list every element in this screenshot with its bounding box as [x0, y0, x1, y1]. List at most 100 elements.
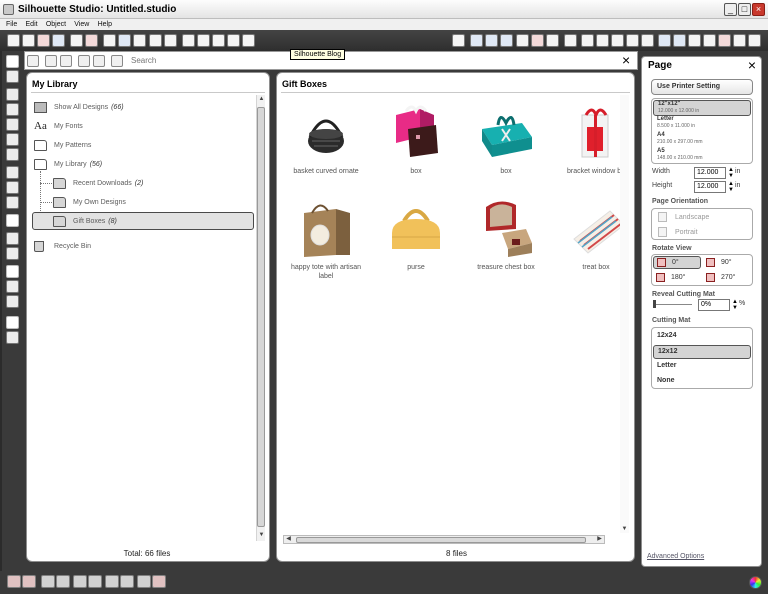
- gallery-scrollbar[interactable]: ▼: [620, 95, 629, 533]
- menu-edit[interactable]: Edit: [26, 19, 38, 30]
- scroll-thumb[interactable]: [257, 107, 265, 527]
- duplicate-icon[interactable]: [73, 575, 87, 588]
- page-size-12x12[interactable]: 12"x12" 12.000 x 12.000 in: [653, 100, 751, 116]
- page-size-a5[interactable]: A5 148.00 x 210.00 mm: [653, 148, 751, 164]
- rotate-90-button[interactable]: 90°: [703, 256, 751, 269]
- gallery-item[interactable]: basket curved ornate: [286, 101, 366, 176]
- menu-file[interactable]: File: [6, 19, 17, 30]
- cut-settings-icon[interactable]: [673, 34, 686, 47]
- color-wheel-icon[interactable]: [749, 576, 762, 589]
- library-item-show-all[interactable]: Show All Designs (66): [34, 98, 124, 116]
- mat-12x12[interactable]: 12x12: [653, 345, 751, 359]
- rotate-icon[interactable]: [596, 34, 609, 47]
- open-file-icon[interactable]: [22, 34, 35, 47]
- paste-icon[interactable]: [133, 34, 146, 47]
- freehand-tool-icon[interactable]: [6, 166, 19, 179]
- store-icon[interactable]: [748, 34, 761, 47]
- mat-letter[interactable]: Letter: [653, 360, 751, 374]
- bring-forward-icon[interactable]: [105, 575, 119, 588]
- scroll-down-icon[interactable]: ▼: [620, 525, 629, 534]
- scroll-up-icon[interactable]: ▲: [257, 95, 266, 104]
- transform-icon[interactable]: [581, 34, 594, 47]
- close-panel-icon[interactable]: ×: [748, 57, 756, 73]
- width-stepper[interactable]: ▲ ▼: [728, 167, 734, 179]
- sketch-icon[interactable]: [718, 34, 731, 47]
- minimize-button[interactable]: _: [724, 3, 737, 16]
- gallery-item[interactable]: purse: [376, 197, 456, 272]
- scroll-down-icon[interactable]: ▼: [257, 531, 266, 540]
- library-view-icon[interactable]: [6, 316, 19, 329]
- reveal-stepper[interactable]: ▲ ▼: [732, 299, 738, 311]
- redo-icon[interactable]: [164, 34, 177, 47]
- grid-view-icon[interactable]: [45, 55, 57, 67]
- close-window-button[interactable]: ×: [752, 3, 765, 16]
- grid-icon[interactable]: [500, 34, 513, 47]
- scroll-left-icon[interactable]: ◀: [284, 535, 293, 544]
- search-input[interactable]: [129, 53, 617, 68]
- scroll-right-icon[interactable]: ▶: [595, 535, 604, 544]
- rotate-270-button[interactable]: 270°: [703, 271, 751, 284]
- view-design-icon[interactable]: [6, 265, 19, 278]
- text-style-icon[interactable]: [564, 34, 577, 47]
- scale-icon[interactable]: [611, 34, 624, 47]
- select-tool-icon[interactable]: [6, 55, 19, 68]
- library-item-gift-boxes[interactable]: Gift Boxes (8): [32, 212, 254, 230]
- eraser-tool-icon[interactable]: [6, 232, 19, 245]
- store-view-icon[interactable]: [6, 331, 19, 344]
- smooth-freehand-icon[interactable]: [6, 181, 19, 194]
- gallery-item[interactable]: box: [466, 101, 546, 176]
- move-icon[interactable]: [626, 34, 639, 47]
- fit-page-icon[interactable]: [242, 34, 255, 47]
- cut-icon[interactable]: [103, 34, 116, 47]
- line-color-icon[interactable]: [485, 34, 498, 47]
- pan-icon[interactable]: [227, 34, 240, 47]
- menu-view[interactable]: View: [74, 19, 89, 30]
- polygon-tool-icon[interactable]: [6, 103, 19, 116]
- make-compound-icon[interactable]: [41, 575, 55, 588]
- library-item-fonts[interactable]: Aa My Fonts: [34, 117, 83, 135]
- view-cut-icon[interactable]: [6, 280, 19, 293]
- page-settings-icon[interactable]: [658, 34, 671, 47]
- width-field[interactable]: 12.000: [694, 167, 726, 179]
- target-icon[interactable]: [152, 575, 166, 588]
- rectangle-tool-icon[interactable]: [6, 133, 19, 146]
- user-icon[interactable]: [111, 55, 123, 67]
- reveal-slider-handle[interactable]: [653, 300, 656, 308]
- view-sketch-icon[interactable]: [6, 295, 19, 308]
- gallery-hscrollbar[interactable]: ◀ ▶: [283, 535, 605, 544]
- reveal-slider[interactable]: [654, 304, 692, 305]
- advanced-options-link[interactable]: Advanced Options: [647, 553, 704, 560]
- library-item-patterns[interactable]: My Patterns: [34, 136, 91, 154]
- reveal-field[interactable]: 0%: [698, 299, 730, 311]
- zoom-out-icon[interactable]: [197, 34, 210, 47]
- text-tool-icon[interactable]: [6, 214, 19, 227]
- new-file-icon[interactable]: [7, 34, 20, 47]
- knife-tool-icon[interactable]: [6, 247, 19, 260]
- group-icon[interactable]: [7, 575, 21, 588]
- menu-help[interactable]: Help: [98, 19, 112, 30]
- gallery-item[interactable]: happy tote with artisan label: [286, 197, 366, 281]
- delete-object-icon[interactable]: [88, 575, 102, 588]
- close-search-icon[interactable]: ×: [622, 52, 630, 69]
- pen-tool-icon[interactable]: [733, 34, 746, 47]
- orientation-landscape[interactable]: Landscape: [658, 210, 709, 224]
- send-backward-icon[interactable]: [120, 575, 134, 588]
- align-icon[interactable]: [516, 34, 529, 47]
- menu-object[interactable]: Object: [46, 19, 66, 30]
- ungroup-icon[interactable]: [22, 575, 36, 588]
- lock-icon[interactable]: [452, 34, 465, 47]
- library-item-my-library[interactable]: My Library (56): [34, 155, 102, 173]
- rotate-180-button[interactable]: 180°: [653, 271, 701, 284]
- orientation-portrait[interactable]: Portrait: [658, 225, 698, 239]
- mat-none[interactable]: None: [653, 375, 751, 389]
- curve-tool-icon[interactable]: [6, 118, 19, 131]
- print-icon[interactable]: [70, 34, 83, 47]
- mat-12x24[interactable]: 12x24: [653, 330, 751, 344]
- offset-icon[interactable]: [546, 34, 559, 47]
- save-as-icon[interactable]: [52, 34, 65, 47]
- zoom-select-icon[interactable]: [212, 34, 225, 47]
- ellipse-tool-icon[interactable]: [6, 148, 19, 161]
- arc-tool-icon[interactable]: [6, 196, 19, 209]
- line-tool-icon[interactable]: [6, 88, 19, 101]
- page-size-letter[interactable]: Letter 8.500 x 11.000 in: [653, 116, 751, 132]
